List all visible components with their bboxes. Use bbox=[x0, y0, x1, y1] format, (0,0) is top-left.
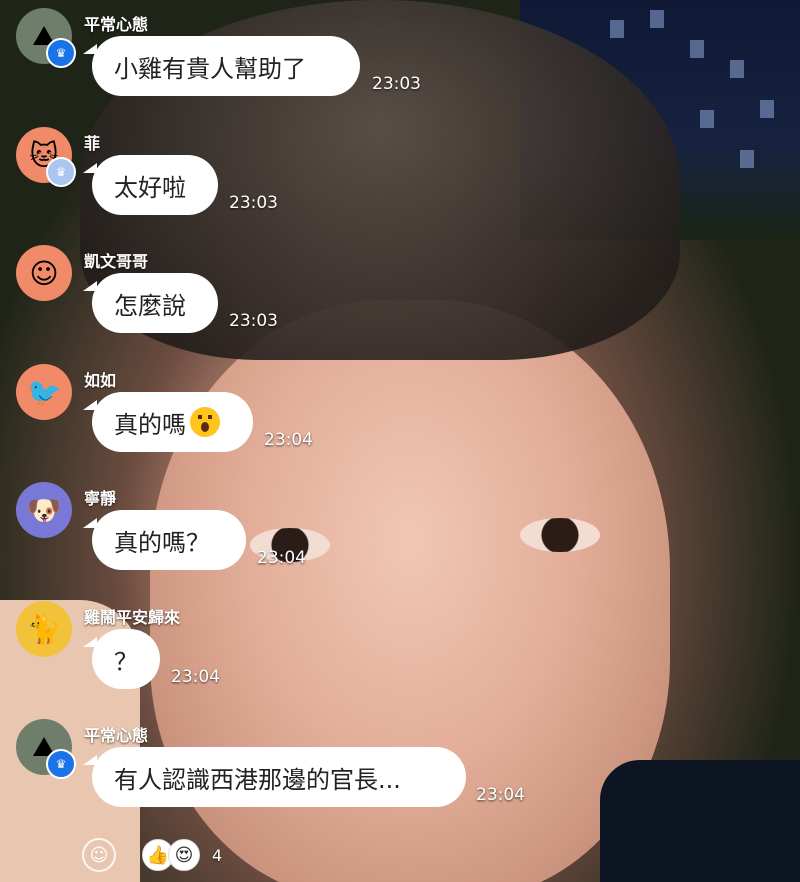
message-bubble[interactable]: 有人認識西港那邊的官長... bbox=[83, 747, 466, 807]
sender-name: 寧靜 bbox=[84, 489, 117, 508]
man-avatar-icon[interactable]: ☺ bbox=[16, 245, 72, 301]
sender-name: 雞鬧平安歸來 bbox=[84, 608, 181, 627]
message-text: 太好啦 bbox=[114, 173, 186, 202]
message-bubble[interactable]: ？ bbox=[83, 629, 160, 689]
crown-badge-icon: ♛ bbox=[46, 38, 76, 68]
right-eye bbox=[520, 518, 600, 552]
building-window bbox=[690, 40, 704, 58]
message-text: 有人認識西港那邊的官長... bbox=[114, 765, 401, 794]
sender-name: 平常心態 bbox=[84, 15, 149, 34]
message-time: 23:03 bbox=[229, 311, 278, 331]
building-window bbox=[610, 20, 624, 38]
message-bubble[interactable]: 怎麼說 bbox=[83, 273, 218, 333]
message-time: 23:04 bbox=[264, 430, 313, 450]
message-text: 真的嗎？ bbox=[114, 528, 210, 557]
smile-icon[interactable]: ☺ bbox=[82, 838, 116, 872]
car bbox=[600, 760, 800, 882]
sender-name: 凱文哥哥 bbox=[84, 252, 149, 271]
building-window bbox=[740, 150, 754, 168]
message-bubble[interactable]: 真的嗎 bbox=[83, 392, 253, 452]
message-time: 23:04 bbox=[476, 785, 525, 805]
reactions[interactable]: 👍 😍 bbox=[142, 839, 200, 871]
message-text: 真的嗎 bbox=[114, 410, 186, 439]
heart-eyes-face-icon: 😍 bbox=[168, 839, 200, 871]
message-time: 23:03 bbox=[372, 74, 421, 94]
black-cat-avatar-icon[interactable]: 🐈 bbox=[16, 601, 72, 657]
message-text: ？ bbox=[114, 647, 138, 676]
sender-name: 平常心態 bbox=[84, 726, 149, 745]
surprised-emoji-icon bbox=[190, 407, 220, 437]
message-time: 23:04 bbox=[257, 548, 306, 568]
bird-avatar-icon[interactable]: 🐦 bbox=[16, 364, 72, 420]
crown-badge-icon: ♛ bbox=[46, 749, 76, 779]
dog-avatar-icon[interactable]: 🐶 bbox=[16, 482, 72, 538]
message-text: 小雞有貴人幫助了 bbox=[114, 54, 306, 83]
building-window bbox=[760, 100, 774, 118]
message-bubble[interactable]: 太好啦 bbox=[83, 155, 218, 215]
message-bubble[interactable]: 真的嗎？ bbox=[83, 510, 246, 570]
building-window bbox=[650, 10, 664, 28]
building-window bbox=[730, 60, 744, 78]
crown-badge-icon: ♛ bbox=[46, 157, 76, 187]
bottom-bar: ☺ 👍 😍 4 bbox=[82, 835, 222, 875]
message-time: 23:03 bbox=[229, 193, 278, 213]
building-window bbox=[700, 110, 714, 128]
reaction-count: 4 bbox=[212, 845, 223, 865]
message-bubble[interactable]: 小雞有貴人幫助了 bbox=[83, 36, 360, 96]
sender-name: 如如 bbox=[84, 371, 117, 390]
message-time: 23:04 bbox=[171, 667, 220, 687]
message-text: 怎麼說 bbox=[114, 291, 186, 320]
sender-name: 菲 bbox=[84, 134, 101, 153]
